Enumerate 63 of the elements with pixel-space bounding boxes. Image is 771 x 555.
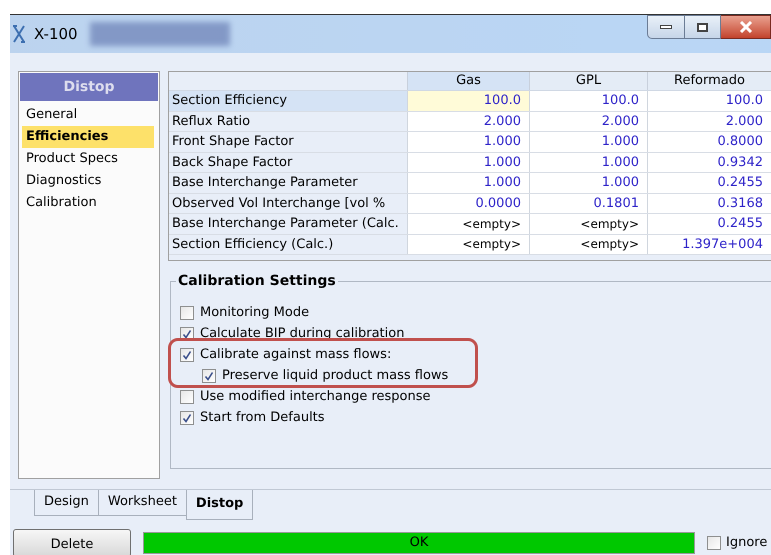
sidebar-item[interactable]: Diagnostics: [22, 170, 154, 192]
checkbox[interactable]: [180, 306, 194, 320]
delete-button[interactable]: Delete: [13, 529, 131, 555]
tab[interactable]: Worksheet: [98, 489, 186, 516]
table-cell[interactable]: 0.9342: [647, 152, 771, 172]
sidebar-item[interactable]: Product Specs: [22, 148, 154, 170]
sidebar-item[interactable]: General: [22, 104, 154, 126]
close-button[interactable]: [721, 15, 771, 39]
option-label: Monitoring Mode: [200, 304, 310, 322]
minimize-button[interactable]: [647, 15, 685, 39]
column-header: GPL: [529, 72, 647, 90]
checkbox[interactable]: [180, 390, 194, 404]
option-label: Preserve liquid product mass flows: [222, 366, 448, 385]
check-icon: [182, 412, 192, 422]
table-cell[interactable]: 1.000: [529, 173, 647, 192]
table-cell[interactable]: 2.000: [647, 112, 771, 131]
sidebar-item[interactable]: Efficiencies: [22, 126, 154, 148]
tab[interactable]: Design: [34, 489, 98, 516]
table-cell[interactable]: <empty>: [407, 214, 529, 234]
table-cell[interactable]: 1.000: [529, 132, 647, 152]
table-cell[interactable]: <empty>: [529, 234, 647, 254]
table-cell[interactable]: 100.0: [529, 91, 647, 110]
checkbox[interactable]: [707, 536, 721, 550]
column-header: Gas: [407, 72, 529, 90]
table-cell[interactable]: 0.3168: [647, 194, 771, 213]
table-cell[interactable]: 1.000: [529, 152, 647, 172]
check-icon: [204, 370, 214, 380]
column-header: Reformado: [647, 72, 771, 90]
table-cell[interactable]: 100.0: [407, 91, 529, 110]
table-cell[interactable]: 0.2455: [647, 173, 771, 192]
window-title: X-100: [34, 24, 78, 45]
tab[interactable]: Distop: [186, 489, 254, 520]
option-label: Calibrate against mass flows:: [200, 346, 392, 364]
table-cell[interactable]: 2.000: [529, 112, 647, 131]
table-cell[interactable]: 1.397e+004: [647, 234, 771, 254]
table-cell[interactable]: 1.000: [407, 132, 529, 152]
table-cell[interactable]: 1.000: [407, 173, 529, 192]
checkbox[interactable]: [202, 368, 216, 382]
checkbox[interactable]: [180, 410, 194, 424]
row-header: Section Efficiency: [169, 91, 407, 110]
status-bar: OK: [143, 532, 695, 554]
group-title: Calibration Settings: [176, 272, 338, 290]
option-label: Use modified interchange response: [200, 388, 430, 406]
checkbox[interactable]: [180, 348, 194, 362]
sidebar-header: Distop: [20, 73, 158, 101]
table-cell[interactable]: 1.000: [407, 152, 529, 172]
sidebar-item[interactable]: Calibration: [22, 192, 154, 214]
option-label: Start from Defaults: [200, 408, 325, 427]
check-icon: [182, 350, 192, 360]
table-cell[interactable]: 0.1801: [529, 194, 647, 213]
maximize-button[interactable]: [685, 15, 721, 39]
table-cell[interactable]: 0.2455: [647, 214, 771, 234]
table-cell[interactable]: 100.0: [647, 91, 771, 110]
table-cell[interactable]: 2.000: [407, 112, 529, 131]
option-label: Calculate BIP during calibration: [200, 324, 404, 343]
check-icon: [182, 328, 192, 338]
app-icon: [12, 24, 26, 44]
table-cell[interactable]: <empty>: [407, 234, 529, 254]
close-icon: [738, 21, 752, 33]
table-cell[interactable]: 0.0000: [407, 194, 529, 213]
table-cell[interactable]: 0.8000: [647, 132, 771, 152]
ignored-label: Ignore: [726, 534, 768, 552]
table-cell[interactable]: <empty>: [529, 214, 647, 234]
